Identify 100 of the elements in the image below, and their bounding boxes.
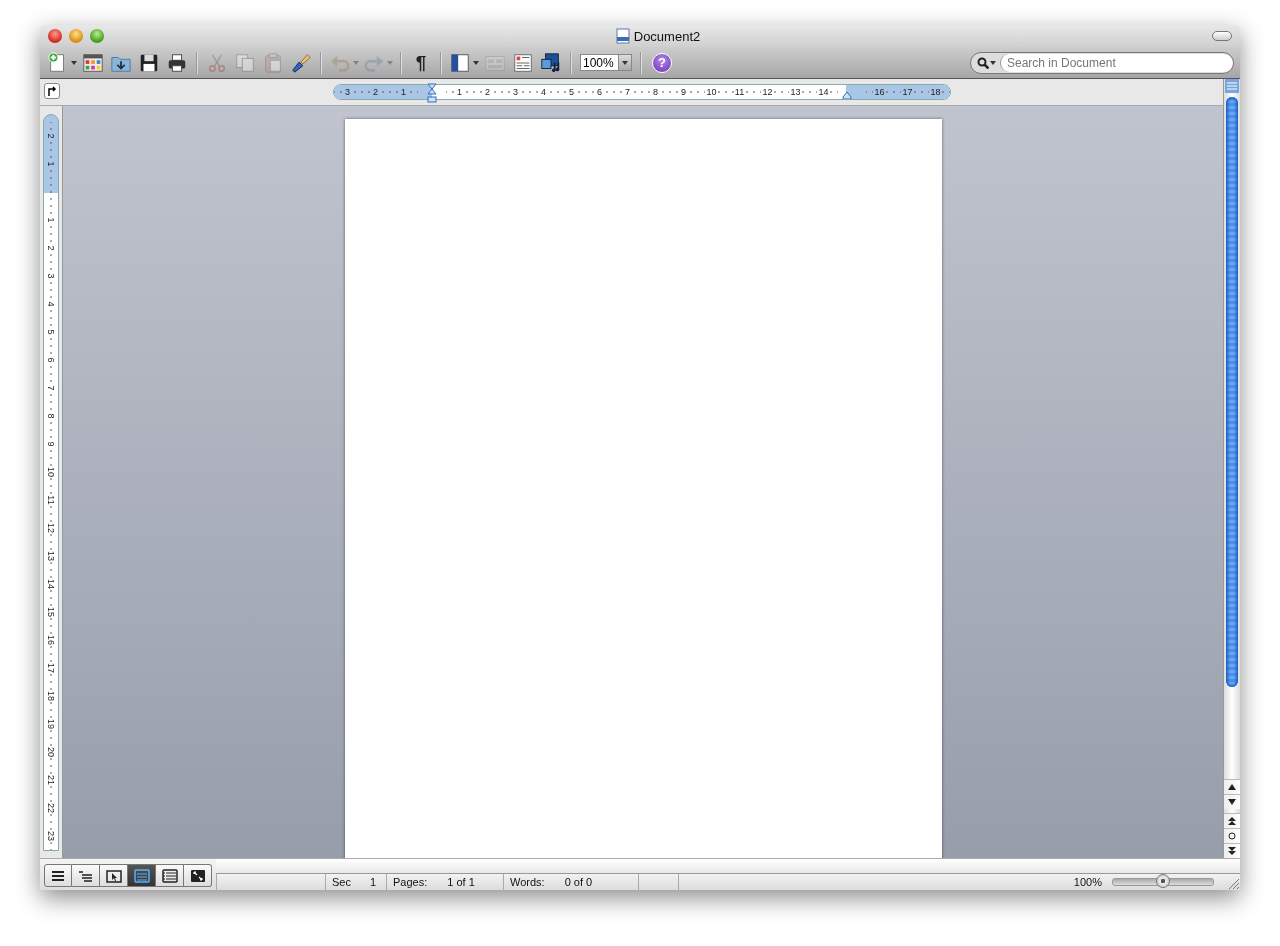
view-button[interactable]: [72, 864, 100, 887]
status-value: 1: [370, 876, 377, 888]
previous-page-button[interactable]: [1224, 813, 1240, 828]
scroll-down-button[interactable]: [1224, 794, 1240, 809]
down-arrow-icon: [1228, 798, 1236, 806]
notebook-icon: [161, 868, 178, 883]
ruler-number: 11: [733, 87, 746, 97]
scroll-up-button[interactable]: [1224, 779, 1240, 794]
caret-icon: [353, 60, 359, 65]
ruler-number: 18: [929, 87, 942, 97]
ruler-number: 19: [46, 718, 56, 730]
slider-thumb[interactable]: [1156, 874, 1170, 888]
ruler-number: 17: [901, 87, 914, 97]
caret-icon: [473, 60, 479, 65]
ruler-number: 14: [817, 87, 830, 97]
horizontal-scrollbar[interactable]: [216, 858, 1240, 874]
up-arrow-icon: [1228, 783, 1236, 791]
caret-icon: [71, 60, 77, 65]
close-button[interactable]: [48, 29, 62, 43]
printer-icon: [166, 51, 188, 74]
ruler-number: 14: [46, 578, 56, 590]
ruler-number: 7: [46, 384, 56, 392]
view-button[interactable]: [44, 864, 72, 887]
page-layout-icon: [133, 868, 150, 883]
search-icon: [977, 56, 989, 69]
ruler-number: 23: [46, 830, 56, 842]
ruler-number: 2: [46, 132, 56, 140]
expand-arrows-icon: [189, 868, 206, 883]
toolbar-toggle-button[interactable]: [1212, 31, 1232, 41]
status-label: Sec: [332, 876, 352, 888]
ruler-number: 1: [400, 87, 407, 97]
ruler-number: 10: [705, 87, 718, 97]
document-icon: [615, 28, 630, 44]
ruler-number: 21: [46, 774, 56, 786]
right-indent-marker-icon[interactable]: [841, 91, 852, 99]
zoom-button[interactable]: [90, 29, 104, 43]
ruler-number: 1: [46, 160, 56, 168]
next-page-button[interactable]: [1224, 843, 1240, 858]
view-button[interactable]: [156, 864, 184, 887]
window-title: Document2: [633, 28, 701, 44]
ruler-number: 6: [46, 356, 56, 364]
split-bars-icon: [1225, 79, 1239, 93]
draft-view-icon: [50, 868, 66, 883]
clipboard-icon: [262, 51, 284, 74]
ruler-number: 1: [456, 87, 463, 97]
zoom-level: 100%: [1073, 876, 1102, 888]
resize-grip-icon[interactable]: [1228, 878, 1240, 890]
ruler-number: 17: [46, 662, 56, 674]
ruler-number: 15: [46, 606, 56, 618]
ruler-number: 2: [372, 87, 379, 97]
ruler-number: 3: [46, 272, 56, 280]
caret-icon: [990, 60, 996, 65]
browse-object-button[interactable]: [1224, 828, 1240, 843]
ruler-number: 22: [46, 802, 56, 814]
ruler-number: 12: [46, 522, 56, 534]
ruler-number: 10: [46, 466, 56, 478]
paintbrush-icon: [290, 51, 312, 74]
outline-view-icon: [77, 868, 94, 883]
scroll-thumb[interactable]: [1226, 97, 1238, 687]
ruler-number: 7: [624, 87, 631, 97]
ruler-number: 16: [873, 87, 886, 97]
ruler-number: 8: [46, 412, 56, 420]
ruler-number: 9: [680, 87, 687, 97]
view-button[interactable]: [100, 864, 128, 887]
double-up-arrow-icon: [1228, 817, 1236, 825]
document-list-icon: [512, 51, 534, 74]
view-button[interactable]: [184, 864, 212, 887]
ruler-number: 8: [652, 87, 659, 97]
ruler-number: 3: [512, 87, 519, 97]
zoom-field[interactable]: 100%: [580, 54, 618, 71]
sidebar-icon: [449, 51, 471, 74]
status-label: Words:: [510, 876, 545, 888]
status-value: 1 of 1: [447, 876, 475, 888]
search-field[interactable]: Search in Document: [970, 51, 1234, 74]
publishing-view-icon: [105, 868, 122, 883]
ruler-number: 4: [46, 300, 56, 308]
caret-icon: [622, 60, 628, 65]
status-label: Pages:: [393, 876, 428, 888]
ruler-number: 11: [46, 494, 56, 506]
ruler-number: 18: [46, 690, 56, 702]
indent-marker-icon[interactable]: [426, 83, 437, 103]
tab-selector-button[interactable]: [44, 83, 60, 99]
ruler-number: 13: [46, 550, 56, 562]
ruler-number: 9: [46, 440, 56, 448]
ruler-number: 6: [596, 87, 603, 97]
formatting-marks-button[interactable]: ¶: [408, 49, 434, 76]
double-down-arrow-icon: [1228, 847, 1236, 855]
media-icon: [540, 51, 562, 74]
caret-icon: [387, 60, 393, 65]
ruler-number: 2: [46, 244, 56, 252]
ruler-number: 12: [761, 87, 774, 97]
ruler-number: 2: [484, 87, 491, 97]
dropdown-button[interactable]: [618, 54, 632, 71]
ruler-number: 3: [344, 87, 351, 97]
ruler-number: 5: [46, 328, 56, 336]
tab-stop-icon: [47, 86, 57, 96]
ruler-number: 16: [46, 634, 56, 646]
copy-icon: [234, 51, 256, 74]
ruler-number: 5: [568, 87, 575, 97]
ruler-number: 20: [46, 746, 56, 758]
